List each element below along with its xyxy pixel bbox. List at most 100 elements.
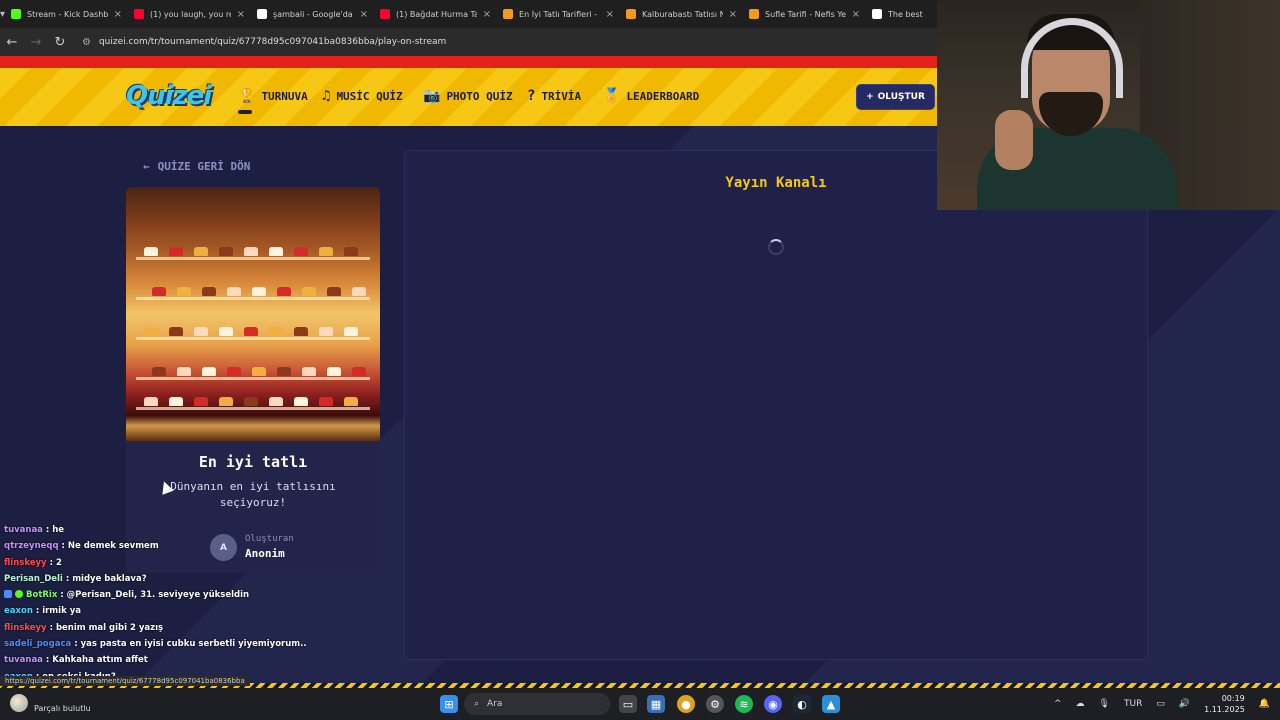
language-indicator[interactable]: TUR (1124, 699, 1142, 709)
close-icon[interactable]: × (237, 9, 245, 20)
browser-tab[interactable]: Kalburabastı Tatlısı Nasıl × (620, 0, 743, 28)
cloud-icon[interactable]: ☁ (1076, 699, 1085, 709)
verified-badge-icon (15, 590, 23, 599)
network-icon[interactable]: ▭ (1156, 699, 1165, 709)
nav-label: LEADERBOARD (626, 89, 700, 103)
tab-favicon-icon (380, 9, 391, 19)
back-arrow-icon[interactable]: ← (0, 28, 24, 56)
close-icon[interactable]: × (483, 9, 491, 20)
cake (194, 247, 208, 256)
chat-text: midye baklava? (72, 573, 147, 584)
close-icon[interactable]: × (852, 9, 860, 20)
close-icon[interactable]: × (729, 9, 737, 20)
app-icon[interactable]: ▲ (822, 695, 840, 713)
chevron-up-icon[interactable]: ^ (1054, 699, 1062, 709)
windows-taskbar: Parçalı bulutlu ⊞ ⌕ Ara ▭ ▦ ● ⚙ ≋ ◉ ◐ ▲ … (0, 688, 1280, 720)
forward-arrow-icon[interactable]: → (24, 28, 48, 56)
chat-separator: : (71, 639, 81, 650)
store-icon[interactable]: ▦ (647, 695, 665, 713)
browser-tab[interactable]: Stream - Kick Dashboard × (5, 0, 128, 28)
microphone-icon[interactable]: 🎙 (1099, 699, 1110, 709)
cake (269, 327, 283, 336)
weather-widget[interactable]: Parçalı bulutlu (10, 692, 91, 713)
browser-tab[interactable]: (1) you laugh, you restart × (128, 0, 251, 28)
reload-icon[interactable]: ↻ (48, 28, 72, 56)
browser-tab[interactable]: En İyi Tatlı Tarifleri - Nefis × (497, 0, 620, 28)
windows-start-icon[interactable]: ⊞ (440, 695, 458, 713)
cake (169, 327, 183, 336)
tab-title: Stream - Kick Dashboard (27, 9, 108, 19)
browser-tab[interactable]: Sufle Tarifi - Nefis Yemek × (743, 0, 866, 28)
nav-music-quiz[interactable]: ♫ MUSİC QUİZ (322, 88, 403, 104)
cake (244, 397, 258, 406)
chat-username: Perisan_Deli (4, 573, 63, 584)
arrow-left-icon: ← (143, 160, 150, 173)
cake (294, 327, 308, 336)
display-shelf (136, 297, 370, 300)
search-icon: ⌕ (474, 699, 480, 709)
cake (319, 397, 333, 406)
cake (252, 287, 266, 296)
steam-icon[interactable]: ◐ (793, 695, 811, 713)
cake (144, 327, 158, 336)
notification-icon[interactable]: 🔔 (1259, 699, 1270, 709)
clock[interactable]: 00:19 1.11.2025 (1204, 693, 1245, 715)
cake (319, 247, 333, 256)
close-icon[interactable]: × (360, 9, 368, 20)
nav-trivia[interactable]: ? TRİVİA (527, 88, 581, 104)
url-field[interactable]: ⚙ quizei.com/tr/tournament/quiz/67778d95… (82, 37, 446, 48)
chat-separator: : (42, 525, 53, 535)
display-shelf (136, 407, 370, 410)
close-icon[interactable]: × (606, 9, 614, 20)
nav-turnuva[interactable]: 🏆 TURNUVA (238, 88, 308, 104)
cake (277, 287, 291, 296)
nav-label: TURNUVA (261, 89, 308, 103)
chrome-icon[interactable]: ● (677, 695, 695, 713)
volume-icon[interactable]: 🔊 (1179, 699, 1190, 709)
cake (144, 397, 158, 406)
cake (169, 397, 183, 406)
create-button[interactable]: + OLUŞTUR (856, 84, 935, 110)
chat-username: BotRix (26, 590, 58, 601)
chat-username: qtrzeyneqq (4, 541, 59, 552)
spotify-icon[interactable]: ≋ (735, 695, 753, 713)
cake (294, 397, 308, 406)
chat-message: eaxon : irmik ya (4, 606, 304, 622)
chat-separator: : (42, 655, 53, 666)
close-icon[interactable]: × (114, 9, 122, 20)
chat-username: sadeli_pogaca (4, 639, 72, 650)
cake (294, 247, 308, 256)
medal-icon: 🏅 (603, 88, 621, 104)
task-view-icon[interactable]: ▭ (619, 695, 637, 713)
cake (344, 397, 358, 406)
site-info-icon[interactable]: ⚙ (82, 37, 91, 48)
chat-separator: : (58, 541, 68, 552)
back-link-label: QUİZE GERİ DÖN (157, 160, 251, 173)
nav-leaderboard[interactable]: 🏅 LEADERBOARD (603, 88, 699, 104)
chat-username: eaxon (4, 606, 33, 617)
address-bar: ← → ↻ ⚙ quizei.com/tr/tournament/quiz/67… (0, 28, 937, 56)
cake (252, 367, 266, 376)
chat-username: flinskeyy (4, 622, 47, 633)
site-logo[interactable]: Quizei (126, 81, 212, 111)
chat-username: flinskeyy (4, 557, 47, 568)
taskbar-search-input[interactable]: ⌕ Ara (464, 693, 610, 715)
cake (302, 287, 316, 296)
link-status-bar: https://quizei.com/tr/tournament/quiz/67… (0, 676, 250, 686)
site-header: Quizei 🏆 TURNUVA ♫ MUSİC QUİZ 📷 PHOTO QU… (0, 68, 937, 126)
settings-icon[interactable]: ⚙ (706, 695, 724, 713)
tab-favicon-icon (872, 9, 883, 19)
chat-text: Kahkaha attım affet (52, 655, 148, 666)
browser-tab[interactable]: şambali - Google'da ara × (251, 0, 374, 28)
music-note-icon: ♫ (322, 88, 331, 104)
nav-label: PHOTO QUİZ (446, 89, 513, 103)
nav-photo-quiz[interactable]: 📷 PHOTO QUİZ (423, 88, 513, 104)
display-shelf (136, 377, 370, 380)
chat-separator: : (46, 622, 56, 633)
tab-favicon-icon (11, 9, 22, 19)
discord-icon[interactable]: ◉ (764, 695, 782, 713)
cake (219, 327, 233, 336)
chat-message: tuvanaa : he (4, 525, 304, 541)
browser-tab[interactable]: (1) Bağdat Hurma Tatlısı × (374, 0, 497, 28)
back-to-quiz-link[interactable]: ← QUİZE GERİ DÖN (143, 160, 250, 173)
